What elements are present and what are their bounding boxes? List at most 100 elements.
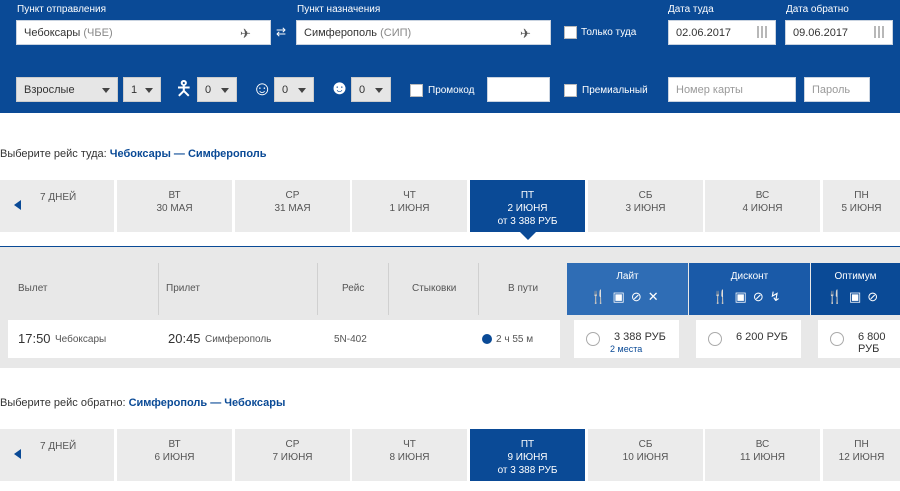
fare-header-optimum[interactable]: Оптимум 🍴▣⊘: [811, 263, 900, 315]
fare-cell-optimum[interactable]: 6 800 РУБ: [818, 320, 900, 358]
day-date: 2 ИЮНЯ: [507, 203, 548, 214]
day-of-week: ПН: [854, 439, 869, 450]
infants-select[interactable]: 0: [274, 77, 314, 102]
day-price: от 3 388 РУБ: [497, 465, 558, 476]
child-icon: ☺: [252, 78, 273, 100]
outbound-prev-week[interactable]: 7 ДНЕЙ: [0, 180, 114, 232]
card-number-input[interactable]: Номер карты: [668, 77, 796, 102]
day-of-week: ВС: [755, 439, 770, 450]
day-tab[interactable]: ВТ 30 МАЯ: [117, 180, 232, 232]
swap-icon[interactable]: ⇄: [276, 25, 286, 39]
day-tab[interactable]: ПТ 9 ИЮНЯ от 3 388 РУБ: [470, 429, 585, 481]
return-prev-week[interactable]: 7 ДНЕЙ: [0, 429, 114, 481]
children-select[interactable]: 0: [197, 77, 237, 102]
passenger-type-select[interactable]: Взрослые: [16, 77, 118, 102]
one-way-checkbox[interactable]: [564, 26, 577, 39]
calendar-icon[interactable]: [874, 26, 886, 38]
passenger-type: Взрослые: [24, 84, 75, 96]
day-date: 6 ИЮНЯ: [154, 452, 195, 463]
destination-field[interactable]: Симферополь (СИП) ✈: [296, 20, 551, 45]
return-date-label: Дата обратно: [786, 4, 849, 15]
premium-checkbox[interactable]: [564, 84, 577, 97]
adults-count: 1: [131, 84, 138, 96]
day-tab[interactable]: ПН 5 ИЮНЯ: [823, 180, 900, 232]
day-price: от 3 388 РУБ: [497, 216, 558, 227]
day-date: 12 ИЮНЯ: [838, 452, 885, 463]
origin-code: (ЧБЕ): [83, 27, 113, 39]
fare-cell-discount[interactable]: 6 200 РУБ: [696, 320, 801, 358]
arr-time: 20:45: [168, 331, 201, 346]
chevron-down-icon: [298, 88, 306, 93]
day-date: 31 МАЯ: [274, 203, 311, 214]
flight-row[interactable]: 17:50 Чебоксары 20:45 Симферополь 5N-402…: [8, 320, 560, 358]
promo-input[interactable]: [487, 77, 550, 102]
fare-name: Лайт: [616, 271, 639, 282]
origin-field[interactable]: Чебоксары (ЧБЕ) ✈: [16, 20, 271, 45]
day-of-week: ВТ: [168, 190, 181, 201]
day-tab[interactable]: ПН 12 ИЮНЯ: [823, 429, 900, 481]
return-days: 7 ДНЕЙ ВТ 6 ИЮНЯ СР 7 ИЮНЯ ЧТ 8 ИЮНЯ ПТ 9 ИЮНЯ о…: [0, 429, 900, 481]
day-date: 3 ИЮНЯ: [625, 203, 666, 214]
day-tab[interactable]: ЧТ 1 ИЮНЯ: [352, 180, 467, 232]
adults-select[interactable]: 1: [123, 77, 161, 102]
day-of-week: ВС: [755, 190, 770, 201]
day-of-week: ВТ: [168, 439, 181, 450]
chevron-down-icon: [145, 88, 153, 93]
day-date: 10 ИЮНЯ: [622, 452, 669, 463]
premium-label: Премиальный: [582, 85, 648, 96]
prev-week-label: 7 ДНЕЙ: [40, 441, 77, 452]
depart-date: 02.06.2017: [676, 27, 732, 39]
prev-week-label: 7 ДНЕЙ: [40, 192, 77, 203]
price-lite: 3 388 РУБ: [614, 331, 666, 343]
fare-header-discount[interactable]: Дисконт 🍴▣⊘↯: [689, 263, 810, 315]
col-depart: Вылет: [18, 283, 48, 294]
infants-seat-select[interactable]: 0: [351, 77, 391, 102]
col-flight: Рейс: [342, 283, 365, 294]
col-duration: В пути: [508, 283, 539, 294]
day-of-week: ПТ: [520, 190, 535, 201]
chevron-left-icon: [14, 449, 21, 459]
day-tab[interactable]: СБ 10 ИЮНЯ: [588, 429, 703, 481]
return-title: Выберите рейс обратно: Симферополь — Чеб…: [0, 397, 285, 409]
day-of-week: СБ: [638, 190, 653, 201]
price-optimum: 6 800 РУБ: [858, 331, 886, 355]
depart-date-label: Дата туда: [668, 4, 714, 15]
promo-checkbox[interactable]: [410, 84, 423, 97]
day-tab[interactable]: ВС 4 ИЮНЯ: [705, 180, 820, 232]
day-date: 30 МАЯ: [156, 203, 193, 214]
day-of-week: СБ: [638, 439, 653, 450]
day-tab[interactable]: СБ 3 ИЮНЯ: [588, 180, 703, 232]
fare-radio[interactable]: [586, 332, 600, 346]
return-route: Симферополь — Чебоксары: [128, 397, 286, 409]
card-number-placeholder: Номер карты: [676, 84, 743, 96]
return-date-field[interactable]: 09.06.2017: [785, 20, 893, 45]
day-date: 8 ИЮНЯ: [389, 452, 430, 463]
day-tab[interactable]: СР 31 МАЯ: [235, 180, 350, 232]
chevron-left-icon: [14, 200, 21, 210]
adult-icon: 🯅: [175, 78, 193, 100]
day-tab[interactable]: ЧТ 8 ИЮНЯ: [352, 429, 467, 481]
fare-cell-lite[interactable]: 3 388 РУБ 2 места: [574, 320, 679, 358]
day-tab[interactable]: СР 7 ИЮНЯ: [235, 429, 350, 481]
calendar-icon[interactable]: [757, 26, 769, 38]
chevron-down-icon: [102, 88, 110, 93]
password-input[interactable]: Пароль: [804, 77, 870, 102]
fare-radio[interactable]: [830, 332, 844, 346]
fare-amenities-icons: 🍴▣⊘✕: [590, 289, 665, 304]
landing-icon: ✈: [520, 26, 531, 41]
fare-radio[interactable]: [708, 332, 722, 346]
fare-header-lite[interactable]: Лайт 🍴▣⊘✕: [567, 263, 688, 315]
origin-label: Пункт отправления: [17, 4, 107, 15]
day-tab[interactable]: ВТ 6 ИЮНЯ: [117, 429, 232, 481]
infant-seat-icon: ☻: [329, 77, 351, 99]
takeoff-icon: ✈: [240, 26, 251, 41]
day-tab[interactable]: ВС 11 ИЮНЯ: [705, 429, 820, 481]
depart-date-field[interactable]: 02.06.2017: [668, 20, 776, 45]
outbound-title: Выберите рейс туда: Чебоксары — Симфероп…: [0, 148, 267, 160]
return-date: 09.06.2017: [793, 27, 849, 39]
day-date: 1 ИЮНЯ: [389, 203, 430, 214]
day-tab[interactable]: ПТ 2 ИЮНЯ от 3 388 РУБ: [470, 180, 585, 232]
day-date: 4 ИЮНЯ: [742, 203, 783, 214]
selected-day-caret: [520, 232, 536, 240]
col-connections: Стыковки: [412, 283, 457, 294]
